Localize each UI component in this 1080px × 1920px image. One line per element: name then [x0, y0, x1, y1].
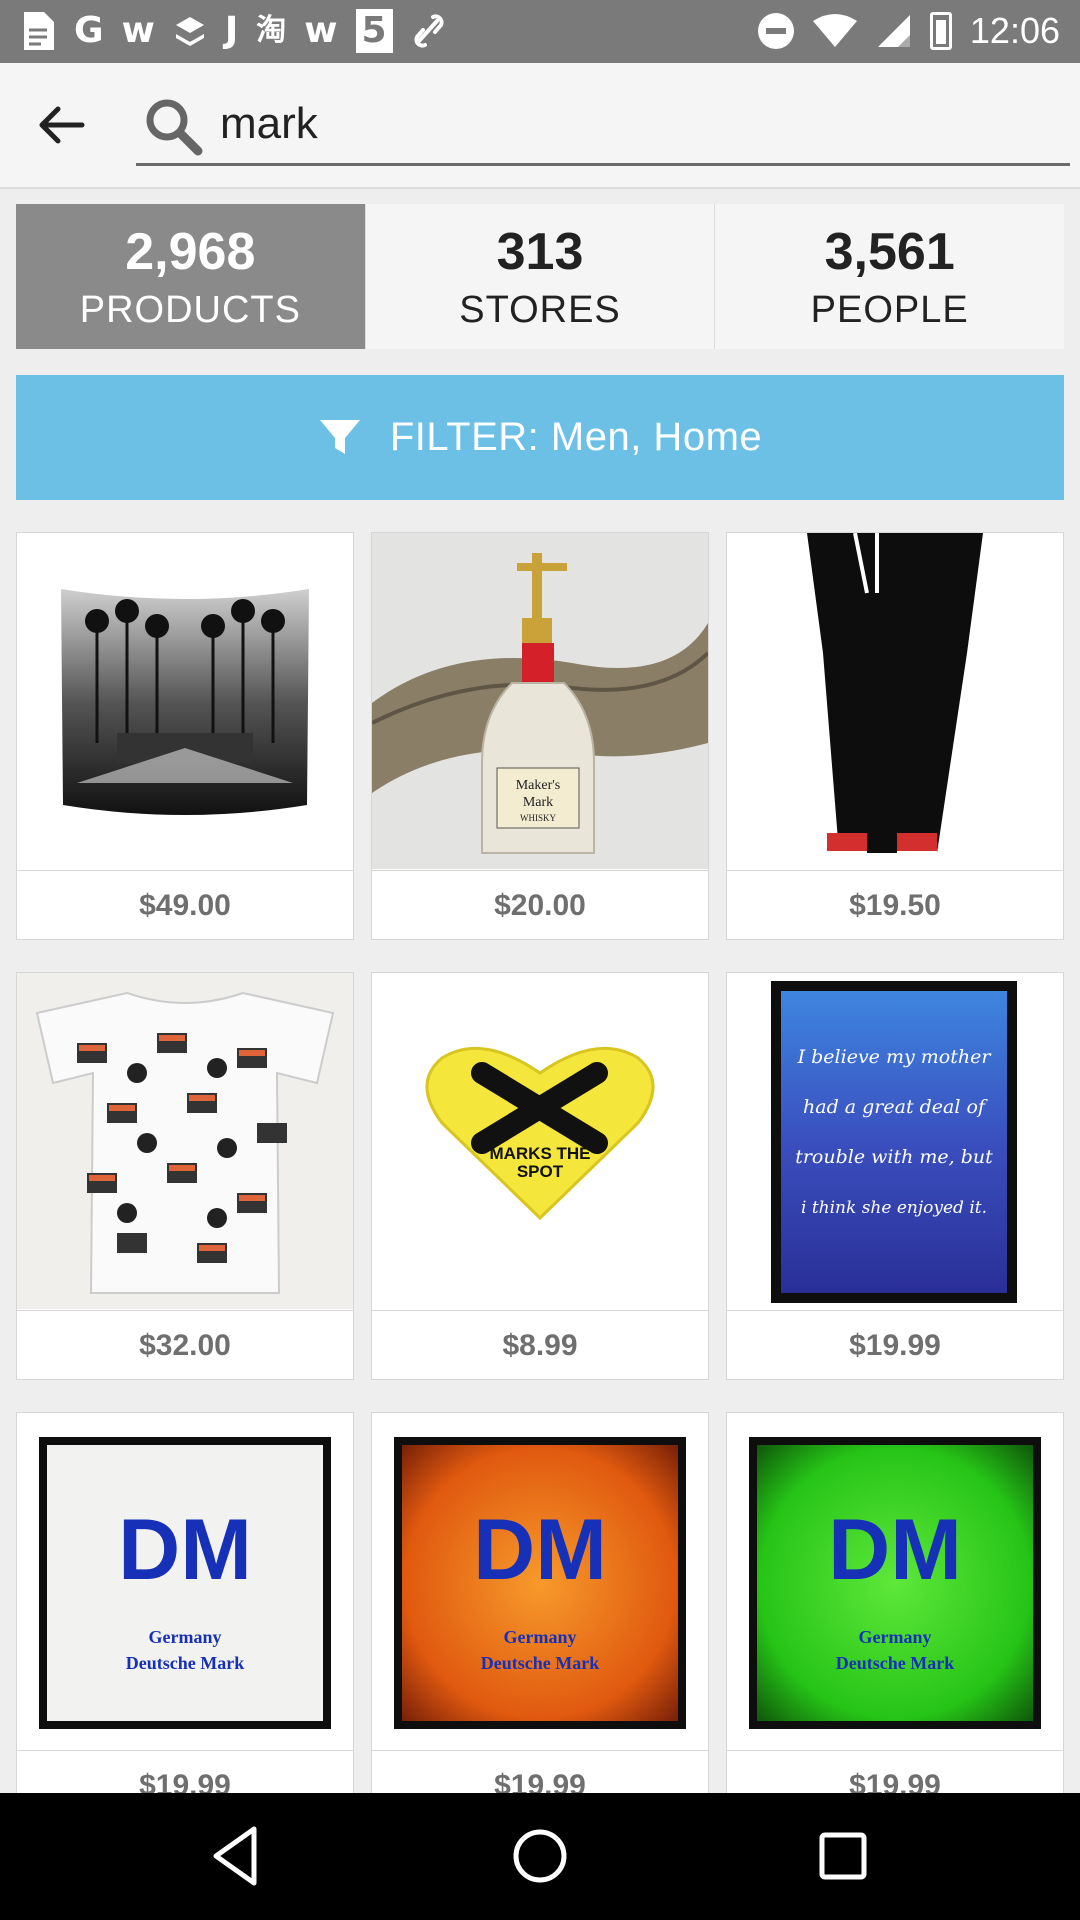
back-triangle-icon[interactable]	[202, 1821, 272, 1891]
product-card[interactable]: I believe my mother had a great deal of …	[726, 972, 1064, 1380]
wifi-icon	[812, 14, 857, 47]
product-image: DM Germany Deutsche Mark	[727, 1413, 1063, 1749]
spot-text: SPOT	[517, 1162, 564, 1181]
product-card[interactable]: MARKS THE SPOT $8.99	[371, 972, 709, 1380]
product-image	[17, 533, 353, 869]
product-card[interactable]: DM Germany Deutsche Mark $19.99	[16, 1412, 354, 1820]
product-image: MARKS THE SPOT	[372, 973, 708, 1309]
product-price: $20.00	[372, 870, 708, 939]
germany-text: Germany	[149, 1627, 222, 1647]
filter-label: FILTER: Men, Home	[389, 415, 763, 459]
back-arrow-icon[interactable]	[30, 93, 94, 157]
makers-label-text: Maker's	[516, 778, 561, 793]
quote-line-1: I believe my mother	[797, 1046, 993, 1068]
tab-people-label: PEOPLE	[810, 289, 969, 331]
product-price: $8.99	[372, 1310, 708, 1379]
notif-5-icon: 5	[355, 9, 393, 53]
deutsche-mark-text: Deutsche Mark	[836, 1653, 954, 1673]
result-tabs: 2,968 PRODUCTS 313 STORES 3,561 PEOPLE	[16, 204, 1065, 349]
search-bar[interactable]	[136, 85, 1070, 166]
tab-stores-count: 313	[496, 223, 584, 281]
quote-line-3: trouble with me, but	[795, 1146, 993, 1168]
product-image	[727, 533, 1063, 869]
search-header	[0, 63, 1080, 189]
funnel-icon	[319, 419, 360, 454]
product-image: I believe my mother had a great deal of …	[727, 973, 1063, 1309]
navigation-bar	[0, 1793, 1080, 1920]
dropbox-icon	[175, 17, 204, 46]
home-circle-icon[interactable]	[505, 1821, 575, 1891]
product-image: Maker's Mark WHISKY	[372, 533, 708, 869]
deutsche-mark-text: Deutsche Mark	[126, 1653, 244, 1673]
product-card[interactable]: $19.50	[726, 532, 1064, 940]
product-card[interactable]: DM Germany Deutsche Mark $19.99	[371, 1412, 709, 1820]
tab-people-count: 3,561	[824, 223, 955, 281]
product-price: $49.00	[17, 870, 353, 939]
tab-people[interactable]: 3,561 PEOPLE	[714, 204, 1065, 349]
tab-products-label: PRODUCTS	[79, 289, 301, 331]
product-price: $19.50	[727, 870, 1063, 939]
quote-line-2: had a great deal of	[803, 1096, 988, 1118]
tab-products[interactable]: 2,968 PRODUCTS	[16, 204, 365, 349]
tab-stores[interactable]: 313 STORES	[364, 204, 715, 349]
product-image	[17, 973, 353, 1309]
search-input[interactable]	[220, 93, 1040, 155]
document-icon	[24, 12, 54, 50]
quote-line-4: i think she enjoyed it.	[801, 1198, 987, 1218]
product-card[interactable]: Maker's Mark WHISKY $20.00	[371, 532, 709, 940]
do-not-disturb-icon	[757, 13, 794, 49]
whisky-label-text: WHISKY	[520, 813, 556, 823]
notif-j-icon: J	[224, 10, 239, 51]
notif-w-icon: w	[121, 10, 155, 51]
deutsche-mark-text: Deutsche Mark	[481, 1653, 599, 1673]
tab-stores-label: STORES	[459, 289, 621, 331]
product-price: $32.00	[17, 1310, 353, 1379]
clock: 12:06	[969, 10, 1060, 51]
notif-g-icon: G	[74, 10, 104, 51]
dm-text: DM	[118, 1502, 252, 1598]
search-icon	[146, 99, 203, 156]
notif-w2-icon: w	[304, 10, 338, 51]
germany-text: Germany	[504, 1627, 577, 1647]
notif-taobao-icon: 淘	[256, 13, 287, 48]
filter-button[interactable]: FILTER: Men, Home	[16, 375, 1064, 500]
notification-icons: G w J 淘 w 5	[20, 6, 447, 56]
product-price: $19.99	[727, 1310, 1063, 1379]
signal-icon	[877, 15, 910, 47]
system-icons: 12:06	[757, 6, 1060, 56]
mark-label-text: Mark	[523, 795, 553, 810]
marks-the-text: MARKS THE	[489, 1144, 590, 1163]
product-card[interactable]: DM Germany Deutsche Mark $19.99	[726, 1412, 1064, 1820]
link-icon	[414, 14, 444, 48]
tab-products-count: 2,968	[125, 223, 256, 281]
recents-square-icon[interactable]	[808, 1821, 878, 1891]
dm-text: DM	[473, 1502, 607, 1598]
product-card[interactable]: $49.00	[16, 532, 354, 940]
dm-text: DM	[828, 1502, 962, 1598]
battery-icon	[929, 12, 952, 50]
product-image: DM Germany Deutsche Mark	[372, 1413, 708, 1749]
germany-text: Germany	[859, 1627, 932, 1647]
status-bar: G w J 淘 w 5 12:06	[0, 0, 1080, 63]
product-image: DM Germany Deutsche Mark	[17, 1413, 353, 1749]
product-card[interactable]: $32.00	[16, 972, 354, 1380]
